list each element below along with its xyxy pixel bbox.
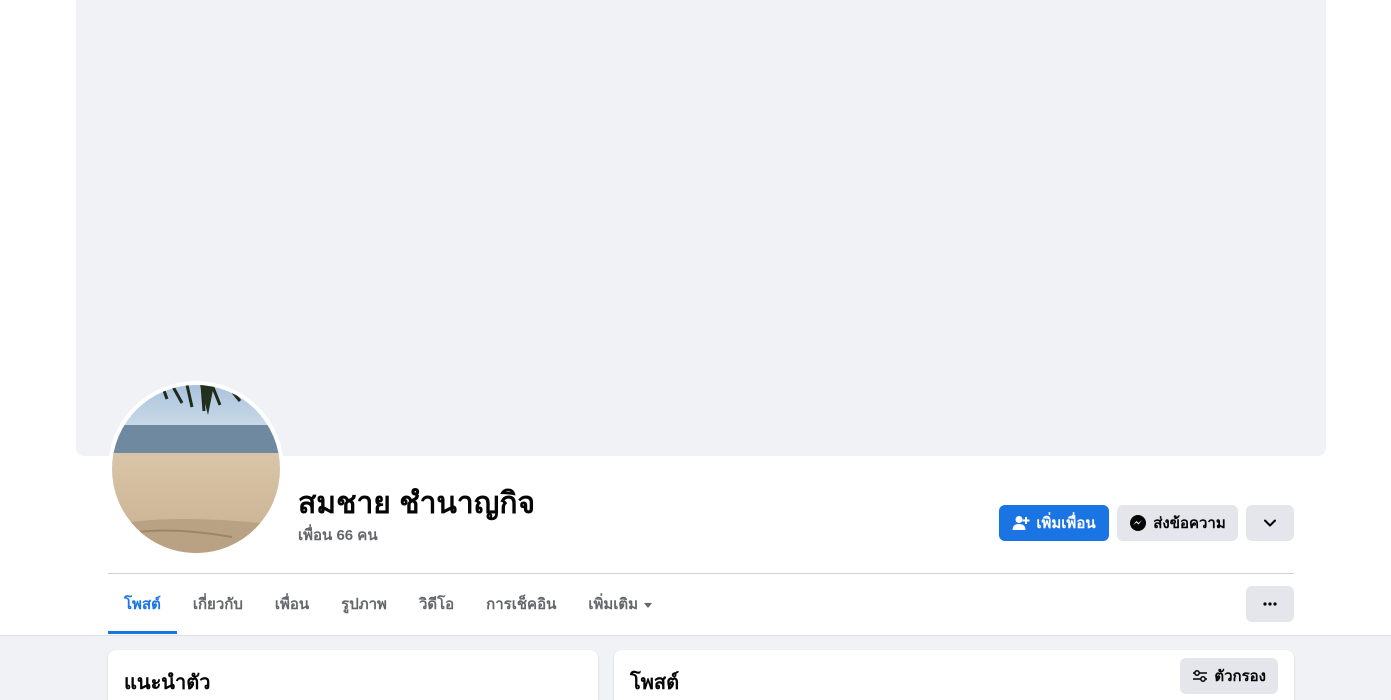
posts-card: โพสต์ ตัวกรอง	[614, 650, 1294, 700]
profile-picture-frame[interactable]	[108, 381, 284, 557]
profile-options-button[interactable]	[1246, 505, 1294, 541]
message-label: ส่งข้อความ	[1153, 515, 1226, 532]
tab-label: เกี่ยวกับ	[192, 596, 243, 613]
intro-title: แนะนำตัว	[124, 672, 211, 694]
posts-title: โพสต์	[630, 672, 680, 694]
tab-label: เพิ่มเติม	[588, 596, 639, 613]
cover-photo[interactable]	[76, 0, 1326, 456]
tab-posts[interactable]: โพสต์	[108, 574, 177, 634]
caret-down-icon	[644, 602, 653, 608]
tab-more[interactable]: เพิ่มเติม	[572, 574, 668, 634]
tab-checkins[interactable]: การเช็คอิน	[470, 574, 572, 634]
tab-about[interactable]: เกี่ยวกับ	[177, 574, 259, 634]
friends-count[interactable]: เพื่อน 66 คน	[298, 523, 378, 547]
tab-friends[interactable]: เพื่อน	[259, 574, 325, 634]
filter-label: ตัวกรอง	[1214, 668, 1266, 685]
tab-photos[interactable]: รูปภาพ	[325, 574, 403, 634]
ellipsis-icon	[1263, 602, 1277, 606]
messenger-icon	[1130, 515, 1147, 531]
chevron-down-icon	[1264, 519, 1276, 527]
filter-icon	[1193, 670, 1208, 682]
message-button[interactable]: ส่งข้อความ	[1117, 505, 1238, 541]
tab-label: รูปภาพ	[341, 596, 387, 613]
tab-videos[interactable]: วิดีโอ	[403, 574, 470, 634]
tab-label: เพื่อน	[274, 596, 310, 613]
tab-label: วิดีโอ	[418, 596, 455, 613]
intro-card: แนะนำตัว	[108, 650, 598, 700]
profile-tabs: โพสต์ เกี่ยวกับ เพื่อน รูปภาพ วิดีโอ การ…	[108, 574, 668, 634]
add-friend-label: เพิ่มเพื่อน	[1036, 515, 1096, 532]
more-options-button[interactable]	[1246, 586, 1294, 622]
profile-picture	[112, 385, 280, 553]
add-friend-button[interactable]: เพิ่มเพื่อน	[999, 505, 1109, 541]
tab-label: โพสต์	[124, 596, 161, 613]
profile-name: สมชาย ชำนาญกิจ	[298, 487, 536, 520]
add-friend-icon	[1012, 516, 1030, 530]
tab-label: การเช็คอิน	[486, 596, 557, 613]
filter-button[interactable]: ตัวกรอง	[1180, 658, 1278, 694]
